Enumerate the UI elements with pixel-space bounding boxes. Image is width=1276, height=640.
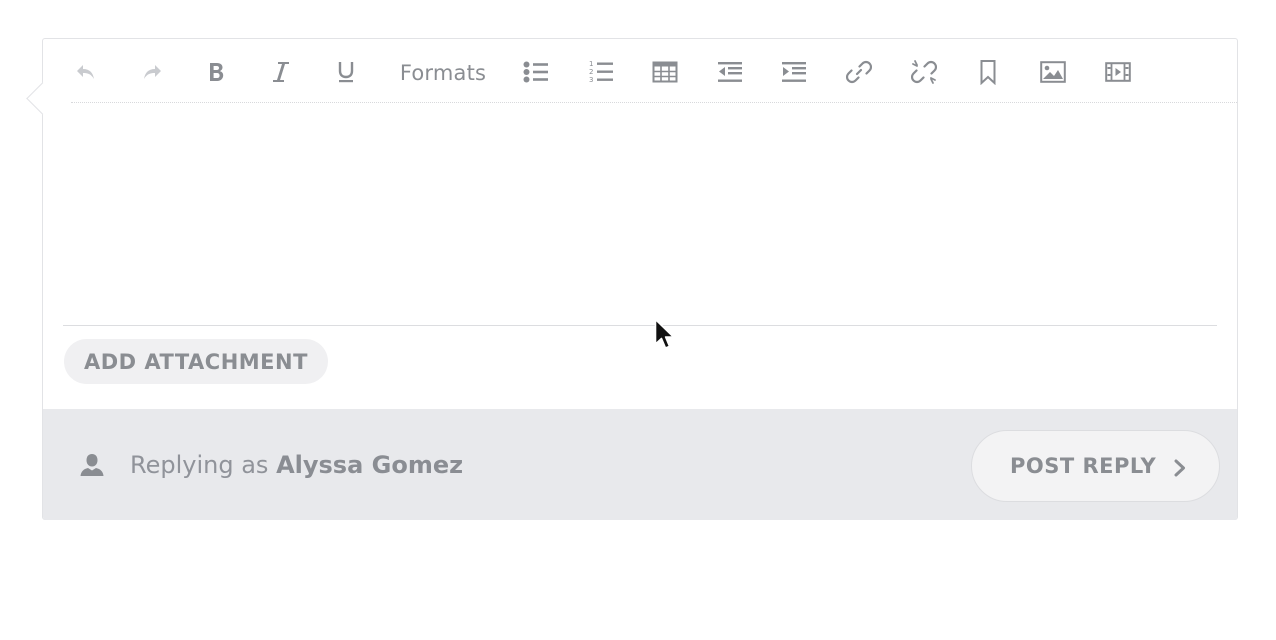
- replying-prefix: Replying as: [130, 451, 269, 479]
- user-name: Alyssa Gomez: [276, 451, 464, 479]
- link-icon: [846, 60, 872, 84]
- reply-footer: Replying as Alyssa Gomez POST REPLY: [43, 409, 1237, 520]
- insert-image-button[interactable]: [1036, 49, 1070, 95]
- insert-video-button[interactable]: [1101, 49, 1135, 95]
- post-reply-button[interactable]: POST REPLY: [971, 430, 1220, 502]
- svg-text:2: 2: [589, 68, 593, 76]
- numbered-list-icon: 1 2 3: [589, 60, 613, 84]
- post-reply-label: POST REPLY: [1010, 454, 1157, 478]
- bold-icon: [210, 63, 224, 81]
- replying-as-text: Replying as Alyssa Gomez: [130, 451, 463, 479]
- bullet-list-icon: [523, 61, 548, 83]
- add-attachment-label: ADD ATTACHMENT: [84, 349, 308, 374]
- redo-button[interactable]: [137, 49, 167, 95]
- bullet-list-button[interactable]: [519, 49, 553, 95]
- italic-button[interactable]: [266, 49, 296, 95]
- editor-toolbar: Formats 1 2 3: [71, 49, 1237, 103]
- indent-button[interactable]: [777, 49, 811, 95]
- chevron-right-icon: [1174, 459, 1185, 477]
- svg-text:3: 3: [589, 76, 593, 84]
- bookmark-icon: [980, 60, 996, 85]
- undo-button[interactable]: [71, 49, 101, 95]
- unlink-icon: [911, 60, 937, 84]
- add-attachment-button[interactable]: ADD ATTACHMENT: [64, 339, 328, 384]
- underline-button[interactable]: [331, 49, 361, 95]
- formats-dropdown[interactable]: Formats: [393, 50, 493, 96]
- svg-text:1: 1: [589, 60, 593, 68]
- underline-icon: [338, 62, 354, 83]
- italic-icon: [273, 62, 289, 82]
- insert-link-button[interactable]: [842, 49, 876, 95]
- bold-button[interactable]: [201, 49, 231, 95]
- image-icon: [1040, 61, 1066, 83]
- table-button[interactable]: [648, 49, 682, 95]
- table-icon: [652, 61, 678, 83]
- undo-icon: [77, 65, 94, 79]
- speech-pointer: [26, 82, 59, 115]
- video-icon: [1105, 62, 1131, 82]
- indent-icon: [782, 62, 806, 82]
- remove-link-button[interactable]: [907, 49, 941, 95]
- anchor-button[interactable]: [973, 49, 1003, 95]
- numbered-list-button[interactable]: 1 2 3: [584, 49, 618, 95]
- redo-icon: [144, 65, 161, 79]
- reply-editor: Formats 1 2 3 ADD ATTACHMENT Replying as…: [26, 38, 1238, 520]
- formats-label: Formats: [399, 61, 487, 85]
- outdent-icon: [718, 62, 742, 82]
- user-icon: [80, 454, 104, 476]
- mouse-cursor: [654, 318, 675, 349]
- editor-content-area[interactable]: [63, 103, 1217, 326]
- outdent-button[interactable]: [713, 49, 747, 95]
